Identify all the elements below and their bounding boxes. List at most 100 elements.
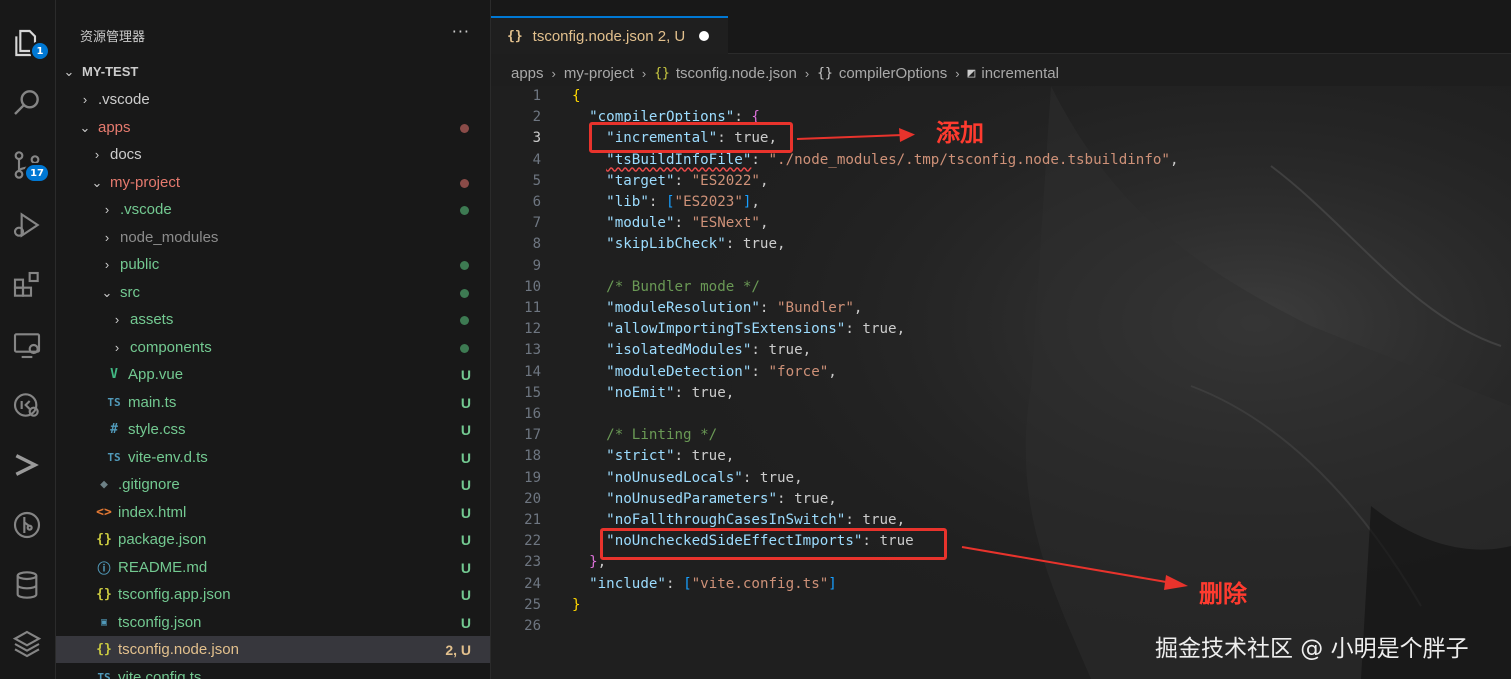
run-debug-icon[interactable] [8, 206, 46, 244]
info-file-icon: ⓘ [97, 562, 111, 577]
breadcrumb-item[interactable]: incremental [981, 65, 1059, 82]
chevron-right-icon: › [82, 92, 88, 107]
tree-item-vscode[interactable]: › .vscode [56, 86, 490, 113]
chevron-right-icon: › [104, 202, 110, 217]
code-line: "noUnusedParameters": true, [606, 490, 837, 507]
tree-item-vite-config[interactable]: TS vite.config.ts [56, 664, 490, 679]
vitest-icon[interactable] [8, 446, 46, 484]
tab-tsconfig-node-json[interactable]: {} tsconfig.node.json 2, U [491, 16, 728, 54]
typescript-file-icon: TS [97, 671, 111, 679]
workspace-root-label: MY-TEST [82, 64, 139, 79]
line-number: 7 [532, 215, 541, 232]
object-symbol-icon: {} [817, 65, 833, 81]
code-line: "module": "ESNext", [606, 215, 769, 232]
json-file-icon: {} [507, 28, 523, 44]
json-file-icon: {} [96, 642, 112, 657]
tsconfig-file-icon: ▣ [100, 617, 108, 628]
tree-item-node-modules[interactable]: › node_modules [56, 224, 490, 251]
css-file-icon: # [110, 422, 118, 437]
code-line: "skipLibCheck": true, [606, 236, 786, 253]
extensions-icon[interactable] [8, 266, 46, 304]
git-status: U [460, 586, 471, 603]
chevron-right-icon: › [641, 65, 647, 81]
chevron-right-icon: › [804, 65, 810, 81]
tree-item-label: tsconfig.json [118, 614, 202, 631]
untracked-dot [460, 261, 469, 270]
docker-icon[interactable] [8, 386, 46, 424]
tree-item-tsconfig[interactable]: ▣ tsconfig.json U [56, 609, 490, 636]
search-icon[interactable] [8, 83, 46, 121]
line-number: 4 [532, 151, 541, 168]
tree-item-index-html[interactable]: <> index.html U [56, 499, 490, 526]
unsaved-dot-icon[interactable] [699, 31, 710, 41]
tree-item-label: style.css [128, 421, 186, 438]
tree-item-src[interactable]: ⌄ src [56, 279, 490, 306]
explorer-sidebar: 资源管理器 ··· ⌄ MY-TEST › .vscode ⌄ apps › d… [56, 0, 491, 679]
layers-icon[interactable] [8, 625, 46, 663]
activity-bar: 1 17 [0, 0, 56, 679]
tree-item-vite-env[interactable]: TS vite-env.d.ts U [56, 444, 490, 471]
tree-item-label: tsconfig.app.json [118, 586, 231, 603]
remote-explorer-icon[interactable] [8, 326, 46, 364]
tree-item-my-project[interactable]: ⌄ my-project [56, 169, 490, 196]
code-line: { [572, 88, 581, 104]
more-actions-icon[interactable]: ··· [452, 22, 470, 41]
arrow-to-add-label [796, 128, 915, 142]
line-number: 10 [524, 278, 541, 295]
tree-item-assets[interactable]: › assets [56, 306, 490, 333]
chevron-down-icon: ⌄ [101, 284, 113, 300]
source-control-icon[interactable]: 17 [8, 146, 50, 184]
code-line: "target": "ES2022", [606, 172, 769, 189]
json-file-icon: {} [96, 532, 112, 547]
code-line: "isolatedModules": true, [606, 342, 812, 359]
line-number: 25 [524, 596, 541, 613]
workspace-root[interactable]: ⌄ MY-TEST [56, 58, 490, 85]
git-status: U [460, 394, 471, 411]
code-line: "moduleDetection": "force", [606, 363, 837, 380]
tree-item-gitignore[interactable]: ◆ .gitignore U [56, 471, 490, 498]
git-status: U [460, 559, 471, 576]
tree-item-apps[interactable]: ⌄ apps [56, 114, 490, 141]
tree-item-vscode-nested[interactable]: › .vscode [56, 196, 490, 223]
line-number: 12 [524, 321, 541, 338]
modified-dot [460, 179, 469, 188]
add-note: 添加 [936, 119, 984, 147]
breadcrumb-item[interactable]: compilerOptions [839, 65, 947, 82]
tree-item-components[interactable]: › components [56, 334, 490, 361]
line-number: 11 [524, 300, 541, 316]
tree-item-tsconfig-app[interactable]: {} tsconfig.app.json U [56, 581, 490, 608]
git-graph-icon[interactable] [8, 506, 46, 544]
line-number: 19 [524, 469, 541, 486]
line-number: 17 [524, 427, 541, 444]
vue-file-icon: V [110, 367, 118, 382]
tree-item-tsconfig-node[interactable]: {} tsconfig.node.json 2, U [56, 636, 490, 663]
database-icon[interactable] [8, 566, 46, 604]
tree-item-app-vue[interactable]: V App.vue U [56, 361, 490, 388]
breadcrumb-item[interactable]: tsconfig.node.json [676, 65, 797, 82]
tree-item-main-ts[interactable]: TS main.ts U [56, 389, 490, 416]
explorer-badge: 1 [30, 41, 50, 61]
tree-item-style-css[interactable]: # style.css U [56, 416, 490, 443]
breadcrumb-item[interactable]: my-project [564, 65, 634, 82]
tree-item-readme[interactable]: ⓘ README.md U [56, 554, 490, 581]
line-number: 2 [532, 109, 541, 126]
modified-dot [460, 124, 469, 133]
tree-item-docs[interactable]: › docs [56, 141, 490, 168]
explorer-icon[interactable]: 1 [8, 24, 50, 62]
untracked-dot [460, 316, 469, 325]
code-line: /* Bundler mode */ [572, 278, 760, 295]
git-status: U [460, 531, 471, 548]
code-line: "include": ["vite.config.ts"] [589, 575, 837, 592]
chevron-right-icon: › [114, 312, 120, 327]
breadcrumb: apps › my-project › {} tsconfig.node.jso… [511, 62, 1059, 84]
arrow-to-delete-label [961, 546, 1188, 590]
chevron-right-icon: › [104, 257, 110, 272]
code-line: "strict": true, [606, 448, 735, 465]
chevron-right-icon: › [114, 340, 120, 355]
git-status: U [460, 421, 471, 438]
breadcrumb-item[interactable]: apps [511, 65, 544, 82]
tree-item-package-json[interactable]: {} package.json U [56, 526, 490, 553]
tree-item-public[interactable]: › public [56, 251, 490, 278]
watermark: 掘金技术社区 @ 小明是个胖子 [1155, 636, 1469, 662]
chevron-down-icon: ⌄ [91, 174, 103, 190]
